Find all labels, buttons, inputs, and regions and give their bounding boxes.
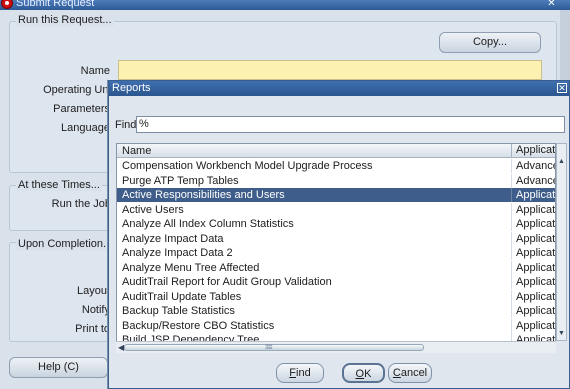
name-column-header[interactable]: Name bbox=[122, 145, 151, 157]
completion-group-label: Upon Completion... bbox=[16, 238, 115, 250]
scroll-grip-icon: ⁞⁞⁞⁞⁞⁞⁞⁞⁞⁞ bbox=[265, 345, 273, 351]
report-name: Active Responsibilities and Users bbox=[122, 189, 285, 201]
parameters-label: Parameters bbox=[53, 103, 110, 115]
report-application: Applicati bbox=[511, 289, 555, 304]
list-item[interactable]: Analyze All Index Column Statistics Appli… bbox=[117, 217, 555, 231]
notify-label: Notify bbox=[81, 304, 110, 316]
run-request-group-label: Run this Request... bbox=[16, 14, 114, 26]
report-application: Applicati bbox=[511, 304, 555, 318]
window-close-icon[interactable]: ✕ bbox=[546, 0, 557, 9]
layout-label: Layout bbox=[76, 285, 110, 297]
cancel-button[interactable]: Cancel bbox=[388, 363, 432, 383]
find-label: Find bbox=[115, 119, 137, 131]
report-name: Active Users bbox=[122, 203, 184, 216]
report-name: Analyze Impact Data 2 bbox=[122, 247, 233, 259]
list-item[interactable]: Analyze Impact Data 2 Applicati bbox=[117, 246, 555, 260]
report-name: Compensation Workbench Model Upgrade Pro… bbox=[122, 160, 373, 172]
report-name: Purge ATP Temp Tables bbox=[122, 174, 239, 187]
report-application: Applicati bbox=[511, 318, 555, 333]
ok-button[interactable]: OK bbox=[342, 363, 385, 383]
list-item[interactable]: AuditTrail Update Tables Applicati bbox=[117, 289, 555, 304]
list-item[interactable]: Active Responsibilities and Users Applica… bbox=[117, 188, 555, 202]
report-application: Applicati bbox=[511, 202, 555, 217]
report-application: Applicati bbox=[511, 246, 555, 260]
scroll-up-arrow-icon[interactable]: ▲ bbox=[557, 158, 566, 167]
report-application: Applicati bbox=[511, 260, 555, 275]
window-title-bar: Submit Request ✕ bbox=[0, 0, 570, 10]
report-name: Analyze Impact Data bbox=[122, 232, 224, 245]
report-name: Backup/Restore CBO Statistics bbox=[122, 319, 275, 332]
dialog-close-icon[interactable]: ✕ bbox=[557, 83, 567, 93]
report-application: Applicati bbox=[511, 275, 555, 289]
application-column-header[interactable]: Applicati bbox=[511, 144, 555, 158]
oracle-logo-icon bbox=[1, 0, 13, 9]
horizontal-scrollbar[interactable]: ◀ ⁞⁞⁞⁞⁞⁞⁞⁞⁞⁞ bbox=[116, 341, 556, 353]
list-header: Name Applicati bbox=[117, 144, 555, 158]
list-item[interactable]: Analyze Menu Tree Affected Applicati bbox=[117, 260, 555, 275]
list-item[interactable]: Analyze Impact Data Applicati bbox=[117, 231, 555, 246]
report-application: Advance bbox=[511, 173, 555, 188]
list-item[interactable]: Compensation Workbench Model Upgrade Pro… bbox=[117, 159, 555, 173]
report-name: Backup Table Statistics bbox=[122, 305, 235, 317]
print-to-label: Print to bbox=[75, 323, 110, 335]
vertical-scrollbar[interactable]: ▲ ▼ bbox=[556, 143, 567, 341]
reports-dialog: Reports ✕ Find % Name Applicati Compensa… bbox=[108, 80, 570, 389]
list-item[interactable]: Backup Table Statistics Applicati bbox=[117, 304, 555, 318]
times-group-label: At these Times... bbox=[16, 179, 102, 191]
report-name: Analyze Menu Tree Affected bbox=[122, 261, 260, 274]
run-job-label: Run the Job bbox=[51, 198, 111, 210]
help-button[interactable]: Help (C) bbox=[9, 357, 108, 378]
reports-list: Name Applicati Compensation Workbench Mo… bbox=[116, 143, 556, 353]
report-application: Advance bbox=[511, 159, 555, 173]
report-application: Applicati bbox=[511, 188, 555, 202]
report-name: AuditTrail Update Tables bbox=[122, 290, 242, 303]
window-title: Submit Request bbox=[16, 0, 95, 9]
dialog-title-bar: Reports ✕ bbox=[109, 81, 569, 96]
find-input[interactable]: % bbox=[136, 116, 565, 133]
list-item[interactable]: AuditTrail Report for Audit Group Valida… bbox=[117, 275, 555, 289]
find-button[interactable]: Find bbox=[276, 363, 324, 383]
name-field[interactable] bbox=[118, 60, 542, 80]
report-name: AuditTrail Report for Audit Group Valida… bbox=[122, 276, 332, 288]
report-application: Applicati bbox=[511, 217, 555, 231]
scroll-down-arrow-icon[interactable]: ▼ bbox=[557, 330, 566, 339]
list-item[interactable]: Active Users Applicati bbox=[117, 202, 555, 217]
language-label: Language bbox=[61, 122, 110, 134]
dialog-title: Reports bbox=[112, 82, 151, 94]
copy-button[interactable]: Copy... bbox=[439, 32, 541, 53]
report-name: Analyze All Index Column Statistics bbox=[122, 218, 294, 230]
operating-unit-label: Operating Unit bbox=[43, 84, 114, 96]
report-application: Applicati bbox=[511, 231, 555, 246]
list-item[interactable]: Purge ATP Temp Tables Advance bbox=[117, 173, 555, 188]
horizontal-scroll-thumb[interactable]: ⁞⁞⁞⁞⁞⁞⁞⁞⁞⁞ bbox=[124, 344, 424, 351]
list-item[interactable]: Backup/Restore CBO Statistics Applicati bbox=[117, 318, 555, 333]
name-label: Name bbox=[80, 65, 110, 77]
